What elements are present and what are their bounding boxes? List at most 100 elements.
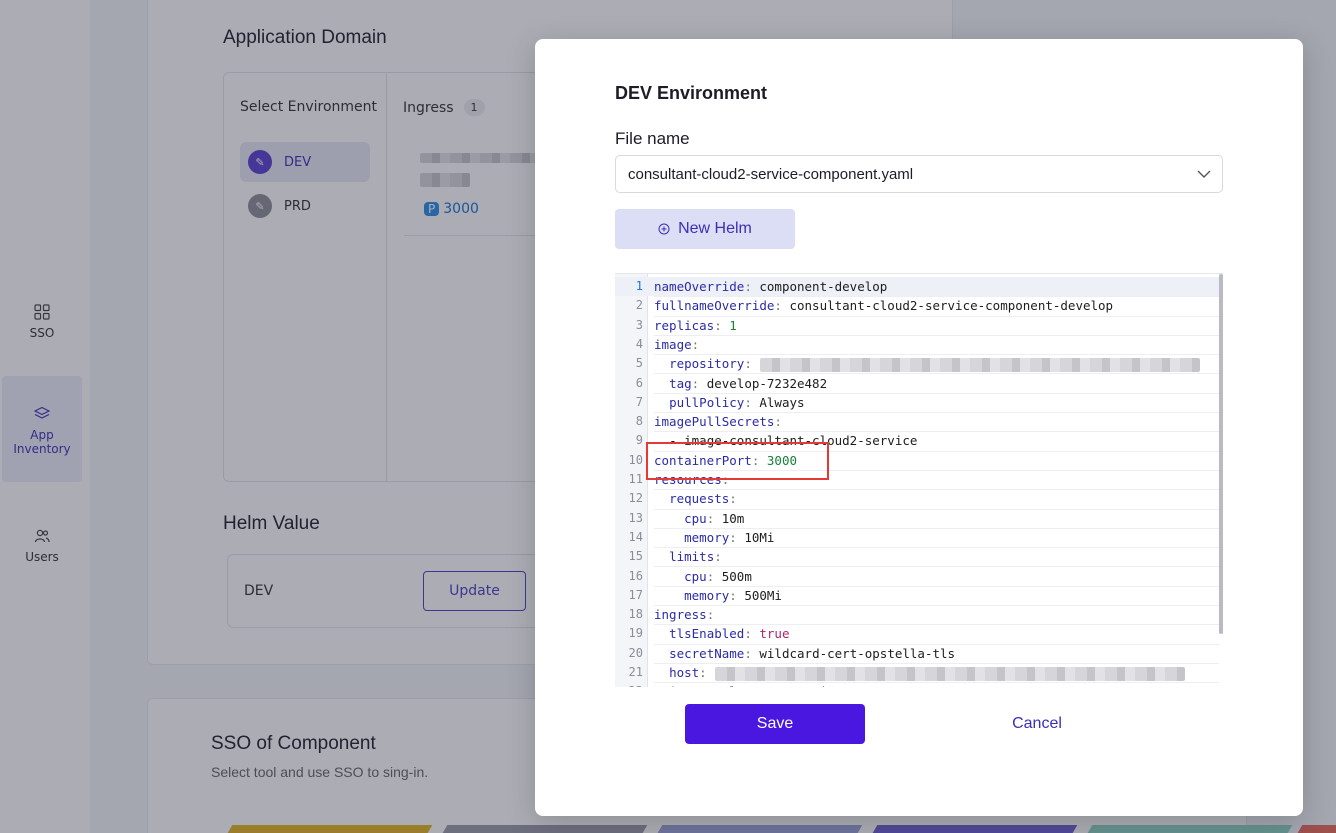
line-number: 18 xyxy=(628,607,643,622)
code-line[interactable]: 19 tlsEnabled: true xyxy=(615,624,1219,645)
line-number: 15 xyxy=(628,549,643,564)
line-number: 13 xyxy=(628,510,643,525)
code-line[interactable]: 12 requests: xyxy=(615,489,1219,510)
yaml-key: ingress xyxy=(654,607,707,623)
annotation-highlight-box xyxy=(646,442,829,480)
code-line[interactable]: 1 nameOverride: component-develop xyxy=(615,277,1219,298)
code-text: requests: xyxy=(654,489,1219,510)
yaml-key: pullPolicy xyxy=(669,394,745,410)
yaml-value: Always xyxy=(751,394,805,410)
code-text: tag: develop-7232e482 xyxy=(654,374,1219,394)
line-number: 6 xyxy=(635,375,643,390)
yaml-separator: : xyxy=(714,549,722,565)
code-line[interactable]: 7 pullPolicy: Always xyxy=(615,393,1219,414)
code-line[interactable]: 22 ingressClassName: nginx xyxy=(615,682,1219,687)
yaml-separator: : xyxy=(774,298,782,314)
line-number: 5 xyxy=(635,356,643,371)
file-name-value: consultant-cloud2-service-component.yaml xyxy=(628,165,914,183)
yaml-key: nameOverride xyxy=(654,279,745,294)
code-line[interactable]: 15 limits: xyxy=(615,547,1219,568)
line-number: 12 xyxy=(628,491,643,506)
code-text: limits: xyxy=(654,547,1219,568)
code-line[interactable]: 4 image: xyxy=(615,335,1219,356)
line-number: 7 xyxy=(635,394,643,409)
line-number: 2 xyxy=(635,298,643,313)
yaml-separator: : xyxy=(706,607,715,623)
code-line[interactable]: 5 repository: xyxy=(615,354,1219,375)
code-line[interactable]: 14 memory: 10Mi xyxy=(615,528,1219,549)
line-number: 3 xyxy=(635,317,643,332)
yaml-key: requests xyxy=(669,491,730,507)
code-line[interactable]: 21 host: xyxy=(615,663,1219,684)
code-line[interactable]: 17 memory: 500Mi xyxy=(615,586,1219,607)
yaml-value: true xyxy=(751,626,790,642)
code-line[interactable]: 8 imagePullSecrets: xyxy=(615,412,1219,433)
code-text: ingress: xyxy=(654,605,1219,626)
line-number: 9 xyxy=(635,433,643,448)
yaml-key: ingressClassName xyxy=(669,684,789,687)
code-line[interactable]: 13 cpu: 10m xyxy=(615,509,1219,529)
code-text: host: xyxy=(654,663,1219,684)
new-helm-button[interactable]: New Helm xyxy=(615,209,795,249)
code-line[interactable]: 18 ingress: xyxy=(615,605,1219,626)
yaml-key: replicas xyxy=(654,317,715,333)
line-number: 11 xyxy=(628,472,643,486)
yaml-separator: : xyxy=(774,414,782,430)
yaml-key: tag xyxy=(669,375,692,391)
file-name-label: File name xyxy=(615,129,690,148)
code-text: fullnameOverride: consultant-cloud2-serv… xyxy=(654,296,1219,317)
code-line[interactable]: 20 secretName: wildcard-cert-opstella-tl… xyxy=(615,644,1219,664)
yaml-key: limits xyxy=(669,549,715,565)
yaml-separator: : xyxy=(744,645,752,661)
code-text: ingressClassName: nginx xyxy=(654,682,1219,687)
yaml-separator: : xyxy=(729,491,737,507)
yaml-key: host xyxy=(669,665,700,680)
yaml-value: 500Mi xyxy=(736,587,782,603)
code-line[interactable]: 3 replicas: 1 xyxy=(615,316,1219,336)
yaml-code-editor[interactable]: 1 nameOverride: component-develop 2 fullnam… xyxy=(615,273,1223,687)
yaml-separator: : xyxy=(744,356,752,372)
file-name-select[interactable]: consultant-cloud2-service-component.yaml xyxy=(615,155,1223,193)
plus-circle-icon xyxy=(658,223,670,235)
yaml-value: 10Mi xyxy=(736,529,775,545)
code-line[interactable]: 16 cpu: 500m xyxy=(615,567,1219,587)
line-number: 10 xyxy=(628,452,643,467)
code-line[interactable]: 6 tag: develop-7232e482 xyxy=(615,374,1219,394)
yaml-separator: : xyxy=(744,626,752,642)
yaml-value: nginx xyxy=(797,684,843,687)
yaml-key: imagePullSecrets xyxy=(654,414,775,430)
code-line[interactable]: 2 fullnameOverride: consultant-cloud2-ser… xyxy=(615,296,1219,317)
yaml-separator: : xyxy=(729,587,737,603)
code-text: image: xyxy=(654,335,1219,356)
line-number: 8 xyxy=(635,414,643,429)
code-text: cpu: 500m xyxy=(654,567,1219,587)
yaml-separator: : xyxy=(789,684,797,687)
line-number: 17 xyxy=(628,587,643,602)
yaml-separator: : xyxy=(744,279,752,294)
line-number: 14 xyxy=(628,529,643,544)
yaml-separator: : xyxy=(744,394,752,410)
yaml-key: secretName xyxy=(669,645,745,661)
code-text: replicas: 1 xyxy=(654,316,1219,336)
redacted-value xyxy=(714,666,1185,681)
line-number: 19 xyxy=(628,626,643,641)
yaml-key: cpu xyxy=(684,510,707,526)
yaml-value: 1 xyxy=(721,317,737,333)
editor-scrollbar[interactable] xyxy=(1219,274,1223,634)
yaml-value: 500m xyxy=(714,568,752,584)
save-button[interactable]: Save xyxy=(685,704,865,744)
code-text: memory: 10Mi xyxy=(654,528,1219,549)
yaml-key: repository xyxy=(669,356,745,372)
code-text: pullPolicy: Always xyxy=(654,393,1219,414)
yaml-separator: : xyxy=(714,317,722,333)
cancel-button[interactable]: Cancel xyxy=(975,704,1099,744)
line-number: 21 xyxy=(628,665,643,679)
